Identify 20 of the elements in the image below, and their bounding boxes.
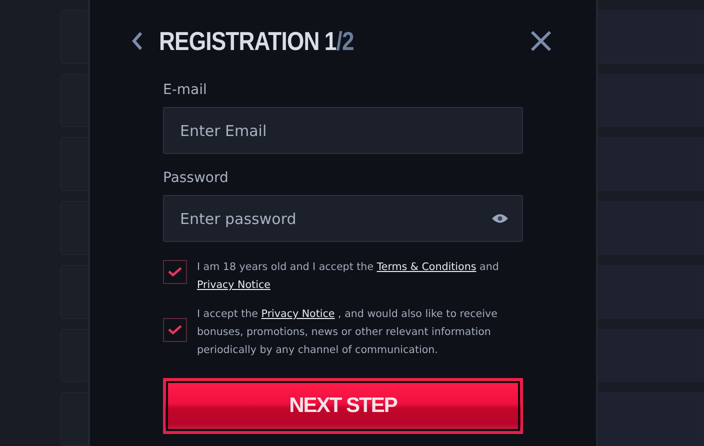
dialog-title: REGISTRATION: [159, 26, 320, 56]
step-current: 1: [324, 26, 336, 56]
checkbox[interactable]: [163, 318, 187, 342]
check-icon: [168, 267, 182, 277]
link[interactable]: Privacy Notice: [261, 308, 335, 320]
link[interactable]: Terms & Conditions: [376, 261, 476, 273]
link[interactable]: Privacy Notice: [197, 279, 270, 291]
back-icon[interactable]: [131, 31, 143, 51]
close-icon[interactable]: [530, 30, 552, 52]
next-step-button[interactable]: NEXT STEP: [163, 378, 523, 434]
checkbox[interactable]: [163, 260, 187, 284]
consent-text: I accept the Privacy Notice , and would also like to receive bonuses, promotions, news or other relevant information periodically by any channel of communication.: [197, 307, 498, 358]
field-label: Password: [163, 170, 230, 186]
check-icon: [168, 325, 182, 335]
field-label: E-mail: [163, 82, 208, 98]
email-field[interactable]: Enter Email: [163, 107, 523, 154]
step-total: /2: [336, 26, 354, 56]
password-field[interactable]: Enter password: [163, 195, 523, 242]
consent-text: I am 18 years old and I accept the Terms & Conditions and Privacy Notice: [197, 260, 500, 293]
eye-icon[interactable]: [492, 213, 508, 224]
